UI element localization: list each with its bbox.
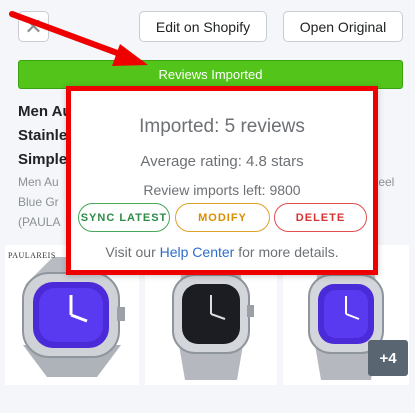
product-card: ✕ Edit on Shopify Open Original Reviews …	[0, 0, 415, 413]
annotation-arrow-icon	[9, 11, 148, 66]
